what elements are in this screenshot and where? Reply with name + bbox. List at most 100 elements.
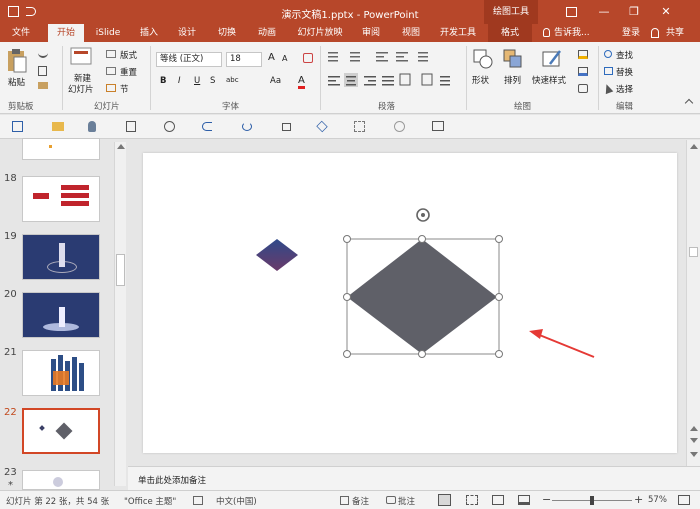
share-button[interactable]: 共享 — [662, 24, 688, 42]
slide-thumbnail[interactable] — [22, 138, 100, 160]
paragraph-controls-icon[interactable] — [326, 50, 466, 94]
italic-button[interactable]: I — [178, 76, 181, 86]
scroll-thumb[interactable] — [689, 247, 698, 257]
normal-view-icon[interactable] — [438, 494, 451, 506]
prev-slide-icon[interactable] — [690, 426, 698, 431]
shape-effects-icon[interactable] — [578, 84, 588, 93]
next-slide-icon[interactable] — [690, 438, 698, 443]
slideshow-view-icon[interactable] — [518, 495, 530, 505]
login-link[interactable]: 登录 — [618, 24, 644, 42]
collapse-ribbon-icon[interactable] — [684, 98, 694, 108]
slide-thumbnail[interactable] — [22, 350, 100, 396]
scroll-up-icon[interactable] — [690, 144, 698, 149]
spell-check-icon[interactable] — [193, 496, 203, 505]
slide-canvas[interactable] — [143, 153, 677, 453]
crop-icon[interactable] — [354, 121, 365, 132]
tab-slideshow[interactable]: 幻灯片放映 — [292, 24, 348, 42]
ribbon-display-icon[interactable] — [566, 7, 577, 17]
font-name-combo[interactable]: 等线 (正文) — [156, 52, 222, 67]
section-button[interactable]: 节 — [120, 83, 129, 95]
close-button[interactable]: ✕ — [656, 4, 676, 20]
clear-format-icon[interactable] — [303, 53, 313, 63]
strikethrough-button[interactable]: S — [210, 76, 215, 86]
char-spacing-button[interactable]: abc — [226, 76, 239, 84]
comments-toggle[interactable]: 批注 — [398, 495, 415, 507]
small-diamond-shape[interactable] — [256, 239, 298, 271]
open-folder-icon[interactable] — [52, 122, 64, 131]
touch-mode-icon[interactable] — [88, 121, 96, 132]
slide-thumbnail-active[interactable] — [22, 408, 100, 454]
picture-icon[interactable] — [432, 121, 444, 131]
tab-home[interactable]: 开始 — [48, 24, 84, 42]
selected-diamond-shape[interactable] — [347, 239, 497, 354]
lock-icon[interactable] — [282, 123, 291, 131]
clipboard-group-label: 剪贴板 — [8, 102, 34, 112]
font-color-button[interactable]: A — [298, 75, 305, 89]
underline-button[interactable]: U — [194, 76, 200, 86]
slide-thumbnail[interactable] — [22, 234, 100, 280]
shape-outline-icon[interactable] — [578, 67, 588, 76]
undo-icon[interactable] — [202, 122, 212, 131]
tab-developer[interactable]: 开发工具 — [436, 24, 480, 42]
slide-thumbnail[interactable] — [22, 470, 100, 490]
tab-islide[interactable]: iSlide — [88, 24, 128, 42]
rotate-handle-icon[interactable] — [416, 208, 430, 222]
restore-button[interactable]: ❐ — [624, 4, 644, 20]
font-size-combo[interactable]: 18 — [226, 52, 262, 67]
save-icon[interactable] — [12, 121, 23, 132]
print-preview-icon[interactable] — [126, 121, 136, 132]
slide-thumbnail[interactable] — [22, 176, 100, 222]
thumbnail-scrollbar[interactable] — [114, 142, 126, 486]
find-button[interactable]: 查找 — [616, 49, 633, 61]
language-indicator[interactable]: 中文(中国) — [216, 495, 257, 507]
fit-slide-icon[interactable] — [678, 495, 690, 505]
zoom-in-button[interactable]: + — [634, 493, 643, 506]
copy-icon[interactable] — [38, 66, 47, 76]
redo-icon[interactable] — [242, 122, 252, 131]
tab-insert[interactable]: 插入 — [134, 24, 164, 42]
shapes-button[interactable]: 形状 — [472, 48, 496, 94]
grow-font-button[interactable]: A — [268, 52, 275, 63]
quick-styles-button[interactable]: 快速样式 — [532, 48, 574, 94]
new-slide-button[interactable]: 新建 幻灯片 — [68, 46, 100, 96]
tab-view[interactable]: 视图 — [396, 24, 426, 42]
scroll-thumb[interactable] — [116, 254, 125, 286]
layout-button[interactable]: 版式 — [120, 49, 137, 61]
quick-styles-label: 快速样式 — [532, 76, 567, 86]
zoom-level[interactable]: 57% — [648, 495, 667, 505]
tab-animations[interactable]: 动画 — [252, 24, 282, 42]
slide-scrollbar[interactable] — [686, 140, 700, 466]
cut-icon[interactable] — [38, 48, 48, 58]
reset-button[interactable]: 重置 — [120, 66, 137, 78]
tell-me-box[interactable]: 告诉我... — [554, 24, 598, 42]
bold-button[interactable]: B — [160, 76, 166, 86]
zoom-out-button[interactable]: − — [542, 493, 551, 506]
tab-transitions[interactable]: 切换 — [212, 24, 242, 42]
spelling-icon[interactable] — [164, 121, 175, 132]
shape-fill-icon[interactable] — [578, 50, 588, 59]
arrange-button[interactable]: 排列 — [502, 48, 528, 94]
notes-toggle[interactable]: 备注 — [352, 495, 369, 507]
tab-review[interactable]: 审阅 — [356, 24, 386, 42]
shape-dropdown-icon[interactable] — [316, 120, 328, 133]
paste-button[interactable]: 粘贴 — [6, 48, 30, 92]
select-button[interactable]: 选择 — [616, 83, 633, 95]
format-painter-icon[interactable] — [38, 82, 48, 89]
replace-button[interactable]: 替换 — [616, 66, 633, 78]
tab-file[interactable]: 文件 — [4, 24, 38, 42]
slide-sorter-icon[interactable] — [466, 495, 478, 505]
notes-pane[interactable]: 单击此处添加备注 — [128, 466, 700, 490]
group-icon[interactable] — [394, 121, 405, 132]
zoom-slider-thumb[interactable] — [590, 496, 594, 505]
tab-design[interactable]: 设计 — [172, 24, 202, 42]
scroll-down-icon[interactable] — [690, 452, 698, 457]
slide-thumbnail[interactable] — [22, 292, 100, 338]
editing-group-label: 编辑 — [616, 102, 634, 112]
shrink-font-button[interactable]: A — [282, 54, 287, 63]
zoom-slider[interactable] — [552, 496, 632, 505]
reading-view-icon[interactable] — [492, 495, 504, 505]
scroll-up-icon[interactable] — [117, 144, 125, 149]
minimize-button[interactable]: — — [594, 4, 614, 20]
tab-format[interactable]: 格式 — [488, 24, 532, 42]
change-case-button[interactable]: Aa — [270, 76, 281, 86]
